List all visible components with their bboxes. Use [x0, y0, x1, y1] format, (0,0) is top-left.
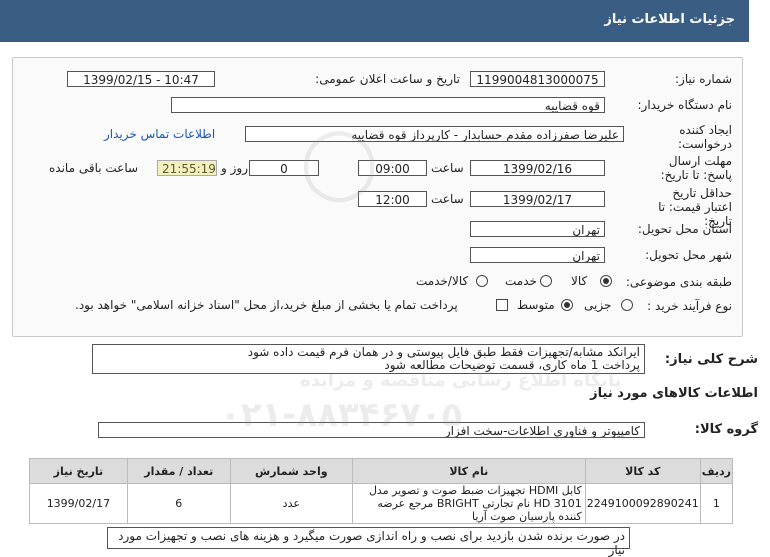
category-goods-radio[interactable] — [600, 275, 612, 287]
process-medium-label: متوسط — [517, 298, 555, 312]
validity-time-field: 12:00 — [358, 191, 427, 207]
cell-row: 1 — [699, 483, 734, 524]
category-both-radio[interactable] — [476, 275, 488, 287]
page-header: جزئیات اطلاعات نیاز — [0, 0, 749, 42]
cell-code: 2249100092890241 — [584, 483, 701, 524]
col-name: نام کالا — [351, 458, 586, 484]
announce-label: تاریخ و ساعت اعلان عمومی: — [315, 72, 460, 86]
page-title: جزئیات اطلاعات نیاز — [604, 12, 735, 27]
process-minor-radio[interactable] — [621, 299, 633, 311]
countdown-timer: 21:55:19 — [157, 160, 217, 176]
col-date: تاریخ نیاز — [29, 458, 128, 484]
process-medium-radio[interactable] — [561, 299, 573, 311]
goods-group-label: گروه کالا: — [694, 422, 758, 437]
announce-field: 1399/02/15 - 10:47 — [67, 71, 215, 87]
validity-time-label: ساعت — [431, 192, 464, 206]
col-unit: واحد شمارش — [229, 458, 353, 484]
goods-group-field: کامپیوتر و فناوری اطلاعات-سخت افزار — [98, 422, 645, 438]
deadline-date-field: 1399/02/16 — [470, 160, 605, 176]
buyer-contact-link[interactable]: اطلاعات تماس خریدار — [104, 127, 215, 141]
need-number-label: شماره نیاز: — [675, 72, 732, 86]
col-code: کد کالا — [584, 458, 701, 484]
city-field: تهران — [470, 247, 605, 263]
category-service-radio[interactable] — [540, 275, 552, 287]
category-label: طبقه بندی موضوعی: — [625, 275, 732, 289]
notes-box: در صورت برنده شدن بازدید برای نصب و راه … — [107, 527, 630, 557]
goods-table: ردیف کد کالا نام کالا واحد شمارش تعداد /… — [29, 458, 734, 524]
deadline-label: مهلت ارسال پاسخ: تا تاریخ: — [660, 154, 732, 182]
deadline-time-label: ساعت — [431, 161, 464, 175]
description-line-2: پرداخت 1 ماه کاری، قسمت توضیحات مطالعه ش… — [384, 358, 640, 372]
treasury-payment-checkbox[interactable] — [496, 299, 508, 311]
remaining-label: ساعت باقی مانده — [49, 161, 139, 175]
deadline-time-field: 09:00 — [358, 160, 427, 176]
province-field: تهران — [470, 221, 605, 237]
cell-name: کابل HDMI تجهیزات ضبط صوت و تصویر مدل HD… — [351, 483, 586, 524]
goods-section-title: اطلاعات کالاهای مورد نیاز — [590, 386, 758, 401]
cell-qty: 6 — [126, 483, 231, 524]
requester-label: ایجاد کننده درخواست: — [678, 123, 732, 151]
days-remaining-field: 0 — [249, 160, 319, 176]
category-service-label: خدمت — [505, 274, 537, 288]
requester-field: علیرضا صفرزاده مقدم حسابدار - کارپرداز ق… — [245, 126, 624, 142]
treasury-payment-text: پرداخت تمام یا بخشی از مبلغ خرید،از محل … — [75, 298, 458, 312]
col-row: ردیف — [699, 458, 734, 484]
description-box: ایرانکد مشابه/تجهیزات فقط طبق فایل پیوست… — [92, 344, 645, 374]
city-label: شهر محل تحویل: — [645, 248, 732, 262]
description-label: شرح کلی نیاز: — [664, 352, 758, 367]
table-row: 1 2249100092890241 کابل HDMI تجهیزات ضبط… — [29, 483, 734, 524]
province-label: استان محل تحویل: — [637, 222, 732, 236]
buyer-label: نام دستگاه خریدار: — [637, 98, 733, 112]
goods-table-header: ردیف کد کالا نام کالا واحد شمارش تعداد /… — [29, 458, 734, 484]
need-number-field: 1199004813000075 — [470, 71, 605, 87]
buyer-field: قوه قضاییه — [171, 97, 605, 113]
cell-unit: عدد — [229, 483, 353, 524]
category-both-label: کالا/خدمت — [416, 274, 469, 288]
process-minor-label: جزیی — [584, 298, 612, 312]
col-qty: تعداد / مقدار — [126, 458, 231, 484]
category-goods-label: کالا — [571, 274, 588, 288]
days-label: روز و — [221, 161, 248, 175]
process-label: نوع فرآیند خرید : — [647, 299, 732, 313]
cell-date: 1399/02/17 — [29, 483, 128, 524]
validity-date-field: 1399/02/17 — [470, 191, 605, 207]
